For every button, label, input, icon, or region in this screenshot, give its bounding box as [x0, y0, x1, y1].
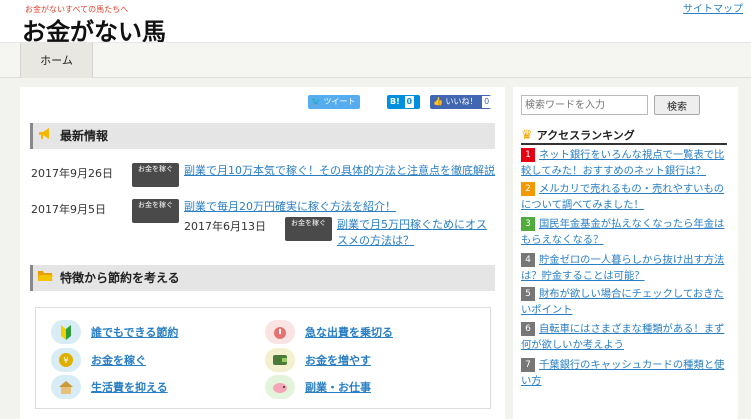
news-article-link[interactable]: 副業で毎月20万円確実に稼ぐ方法を紹介！	[184, 199, 496, 215]
crown-icon: ♛	[521, 128, 533, 143]
twitter-bird-icon: 🐦	[311, 97, 321, 106]
sitemap-link[interactable]: サイトマップ	[683, 0, 743, 15]
ranking-item: 3 国民年金基金が払えなくなったら年金はもらえなくなる？	[521, 217, 729, 248]
svg-text:¥: ¥	[63, 356, 68, 365]
ranking-heading-text: アクセスランキング	[536, 129, 635, 142]
hatena-label: B!	[390, 97, 400, 106]
rank-number-badge: 4	[521, 253, 535, 267]
like-label: いいね！	[445, 97, 478, 106]
rank-number-badge: 3	[521, 217, 535, 231]
ranking-heading: ♛ アクセスランキング	[521, 127, 727, 145]
wallet-icon	[265, 348, 295, 372]
ranking-article-link[interactable]: 自転車にはさまざまな種類がある！まず何が欲しいか考えよう	[521, 323, 724, 351]
ranking-article-link[interactable]: メルカリで売れるもの・売れやすいものについて調べてみました！	[521, 183, 724, 211]
search-button[interactable]: 検索	[654, 95, 700, 115]
megaphone-icon	[36, 123, 54, 149]
feature-heading-text: 特徴から節約を考える	[60, 271, 180, 285]
thumbs-up-icon: 👍	[433, 97, 443, 106]
rank-number-badge: 7	[521, 358, 535, 372]
hatena-count: 0	[404, 96, 415, 108]
news-category-badge[interactable]: お金を稼ぐ	[132, 163, 179, 187]
feature-category-box: 誰でもできる節約 急な出費を乗切る ¥ お金を稼ぐ お金を増やす 生活費を抑える	[35, 307, 491, 409]
news-category-badge[interactable]: お金を稼ぐ	[132, 199, 179, 223]
news-category-badge[interactable]: お金を稼ぐ	[285, 217, 332, 241]
coin-icon: ¥	[51, 348, 81, 372]
rank-number-badge: 1	[521, 148, 535, 162]
ranking-item: 4 貯金ゼロの一人暮らしから抜け出す方法は？貯金することは可能？	[521, 253, 729, 284]
feature-link[interactable]: 誰でもできる節約	[91, 324, 178, 340]
house-icon	[51, 375, 81, 399]
feature-link[interactable]: お金を稼ぐ	[91, 352, 146, 368]
piggy-bank-icon	[265, 375, 295, 399]
ranking-article-link[interactable]: 千葉銀行のキャッシュカードの種類と使い方	[521, 359, 724, 387]
news-date: 2017年9月26日	[31, 167, 113, 180]
ranking-item: 6 自転車にはさまざまな種類がある！まず何が欲しいか考えよう	[521, 322, 729, 353]
rank-number-badge: 2	[521, 182, 535, 196]
feature-link[interactable]: 急な出費を乗切る	[305, 324, 393, 340]
hatena-bookmark-button[interactable]: B! 0	[387, 95, 420, 109]
news-heading-text: 最新情報	[60, 129, 109, 143]
beginner-leaf-icon	[51, 320, 81, 344]
facebook-like-button[interactable]: 👍 いいね！ 0	[430, 95, 492, 109]
ranking-item: 5 財布が欲しい場合にチェックしておきたいポイント	[521, 287, 729, 318]
ranking-article-link[interactable]: 貯金ゼロの一人暮らしから抜け出す方法は？貯金することは可能？	[521, 254, 724, 282]
feature-link[interactable]: お金を増やす	[305, 352, 371, 368]
nav-item-home[interactable]: ホーム	[20, 43, 93, 78]
main-content: 🐦 ツイート B! 0 👍 いいね！ 0 最新情報 2017年9月26日 お金を…	[20, 87, 505, 419]
emergency-icon	[265, 320, 295, 344]
news-article-link[interactable]: 副業で月10万本気で稼ぐ！その具体的方法と注意点を徹底解説	[184, 163, 496, 179]
ranking-item: 7 千葉銀行のキャッシュカードの種類と使い方	[521, 358, 729, 389]
rank-number-badge: 5	[521, 287, 535, 301]
tweet-label: ツイート	[323, 97, 356, 106]
news-date: 2017年9月5日	[31, 203, 106, 216]
like-count: 0	[482, 96, 492, 108]
news-section-heading: 最新情報	[30, 123, 495, 149]
site-header: お金がないすべての馬たちへ お金がない馬 サイトマップ	[0, 0, 751, 46]
news-date: 2017年6月13日	[184, 220, 266, 233]
ranking-article-link[interactable]: 国民年金基金が払えなくなったら年金はもらえなくなる？	[521, 218, 724, 246]
feature-link[interactable]: 副業・お仕事	[305, 379, 371, 395]
feature-link[interactable]: 生活費を抑える	[91, 379, 168, 395]
ranking-article-link[interactable]: ネット銀行をいろんな視点で一覧表で比較してみた！おすすめのネット銀行は？	[521, 149, 724, 177]
global-nav: ホーム	[0, 42, 751, 78]
feature-section-heading: 特徴から節約を考える	[30, 265, 495, 291]
rank-number-badge: 6	[521, 322, 535, 336]
folder-icon	[36, 265, 54, 291]
news-article-link[interactable]: 副業で月5万円稼ぐためにオススメの方法は？	[337, 217, 495, 249]
ranking-article-link[interactable]: 財布が欲しい場合にチェックしておきたいポイント	[521, 288, 724, 316]
search-input[interactable]	[521, 95, 648, 115]
tweet-button[interactable]: 🐦 ツイート	[308, 95, 360, 109]
ranking-item: 1 ネット銀行をいろんな視点で一覧表で比較してみた！おすすめのネット銀行は？	[521, 148, 729, 179]
sidebar: 検索 ♛アクセスランキング 1ネット銀行をいろんな視点で一覧表で比較してみた！お…	[513, 87, 738, 419]
ranking-item: 2 メルカリで売れるもの・売れやすいものについて調べてみました！	[521, 182, 729, 213]
